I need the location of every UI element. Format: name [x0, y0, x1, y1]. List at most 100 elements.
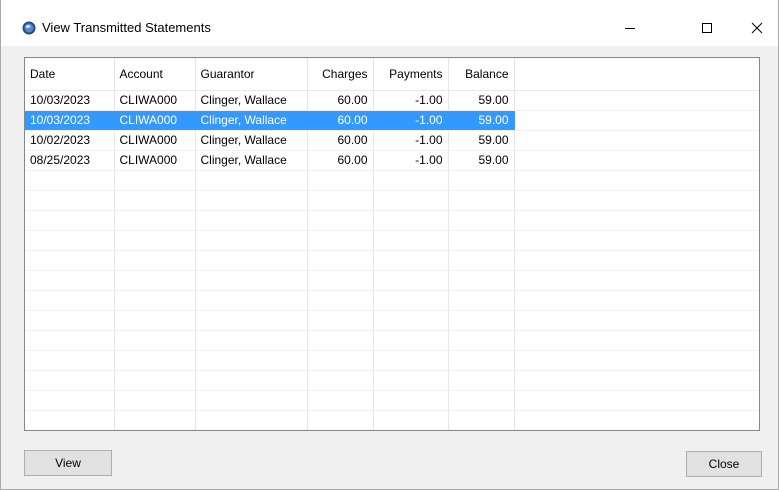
- empty-cell: [514, 410, 759, 430]
- cell-empty: [514, 130, 759, 151]
- empty-cell: [373, 270, 449, 291]
- empty-cell: [373, 170, 449, 191]
- cell-payments: -1.00: [373, 150, 449, 171]
- empty-cell: [448, 290, 515, 311]
- empty-cell: [114, 190, 196, 211]
- empty-cell: [114, 230, 196, 251]
- title-bar[interactable]: View Transmitted Statements: [1, 0, 778, 46]
- close-button[interactable]: Close: [686, 451, 762, 477]
- column-header-empty: [514, 58, 759, 91]
- empty-cell: [114, 290, 196, 311]
- empty-cell: [307, 310, 374, 331]
- empty-cell: [25, 390, 115, 411]
- empty-cell: [514, 270, 759, 291]
- cell-charges: 60.00: [307, 110, 374, 131]
- empty-cell: [195, 350, 308, 371]
- empty-row: [25, 230, 759, 251]
- empty-cell: [195, 190, 308, 211]
- empty-cell: [514, 330, 759, 351]
- column-header-charges[interactable]: Charges: [307, 58, 374, 91]
- cell-balance: 59.00: [448, 150, 515, 171]
- empty-cell: [307, 330, 374, 351]
- statements-grid[interactable]: Date Account Guarantor Charges Payments …: [24, 57, 760, 431]
- column-header-payments[interactable]: Payments: [373, 58, 449, 91]
- empty-cell: [373, 230, 449, 251]
- cell-balance: 59.00: [448, 90, 515, 111]
- empty-row: [25, 270, 759, 291]
- empty-cell: [195, 270, 308, 291]
- minimize-button[interactable]: [607, 10, 653, 46]
- cell-date: 10/03/2023: [25, 110, 115, 131]
- cell-empty: [514, 90, 759, 111]
- cell-account: CLIWA000: [114, 90, 196, 111]
- cell-payments: -1.00: [373, 130, 449, 151]
- cell-guarantor: Clinger, Wallace: [195, 150, 308, 171]
- minimize-icon: [625, 28, 635, 29]
- empty-cell: [195, 390, 308, 411]
- empty-cell: [195, 230, 308, 251]
- empty-row: [25, 370, 759, 391]
- column-header-guarantor[interactable]: Guarantor: [195, 58, 308, 91]
- view-button[interactable]: View: [24, 450, 112, 476]
- empty-cell: [114, 210, 196, 231]
- empty-cell: [448, 410, 515, 430]
- cell-account: CLIWA000: [114, 130, 196, 151]
- close-icon: [751, 22, 763, 34]
- table-row[interactable]: 08/25/2023 CLIWA000 Clinger, Wallace 60.…: [25, 150, 759, 171]
- empty-cell: [373, 310, 449, 331]
- empty-cell: [25, 230, 115, 251]
- column-header-date[interactable]: Date: [25, 58, 115, 91]
- empty-cell: [373, 330, 449, 351]
- empty-cell: [114, 390, 196, 411]
- empty-cell: [195, 170, 308, 191]
- cell-charges: 60.00: [307, 90, 374, 111]
- empty-cell: [114, 250, 196, 271]
- column-header-account[interactable]: Account: [114, 58, 196, 91]
- empty-cell: [514, 390, 759, 411]
- empty-cell: [373, 250, 449, 271]
- empty-cell: [195, 250, 308, 271]
- empty-cell: [448, 330, 515, 351]
- empty-cell: [307, 230, 374, 251]
- empty-row: [25, 410, 759, 430]
- table-row[interactable]: 10/03/2023 CLIWA000 Clinger, Wallace 60.…: [25, 90, 759, 111]
- empty-row: [25, 170, 759, 191]
- empty-cell: [195, 410, 308, 430]
- empty-cell: [307, 350, 374, 371]
- empty-cell: [307, 370, 374, 391]
- empty-cell: [307, 270, 374, 291]
- empty-row: [25, 210, 759, 231]
- empty-cell: [514, 350, 759, 371]
- cell-guarantor: Clinger, Wallace: [195, 90, 308, 111]
- table-row-selected[interactable]: 10/03/2023 CLIWA000 Clinger, Wallace 60.…: [25, 110, 759, 131]
- table-row[interactable]: 10/02/2023 CLIWA000 Clinger, Wallace 60.…: [25, 130, 759, 151]
- empty-cell: [307, 390, 374, 411]
- empty-cell: [514, 310, 759, 331]
- empty-cell: [448, 190, 515, 211]
- empty-cell: [307, 290, 374, 311]
- empty-cell: [25, 290, 115, 311]
- cell-payments: -1.00: [373, 110, 449, 131]
- cell-account: CLIWA000: [114, 150, 196, 171]
- cell-guarantor: Clinger, Wallace: [195, 110, 308, 131]
- empty-cell: [25, 170, 115, 191]
- empty-row: [25, 350, 759, 371]
- empty-cell: [25, 250, 115, 271]
- cell-balance: 59.00: [448, 130, 515, 151]
- empty-cell: [373, 190, 449, 211]
- empty-cell: [25, 350, 115, 371]
- empty-cell: [114, 370, 196, 391]
- empty-cell: [25, 210, 115, 231]
- column-header-balance[interactable]: Balance: [448, 58, 515, 91]
- empty-cell: [25, 270, 115, 291]
- cell-payments: -1.00: [373, 90, 449, 111]
- empty-cell: [373, 390, 449, 411]
- empty-cell: [448, 310, 515, 331]
- window-title: View Transmitted Statements: [42, 20, 211, 35]
- empty-cell: [514, 290, 759, 311]
- window-close-button[interactable]: [734, 10, 779, 46]
- empty-cell: [514, 210, 759, 231]
- maximize-button[interactable]: [684, 10, 730, 46]
- empty-cell: [448, 390, 515, 411]
- cell-account: CLIWA000: [114, 110, 196, 131]
